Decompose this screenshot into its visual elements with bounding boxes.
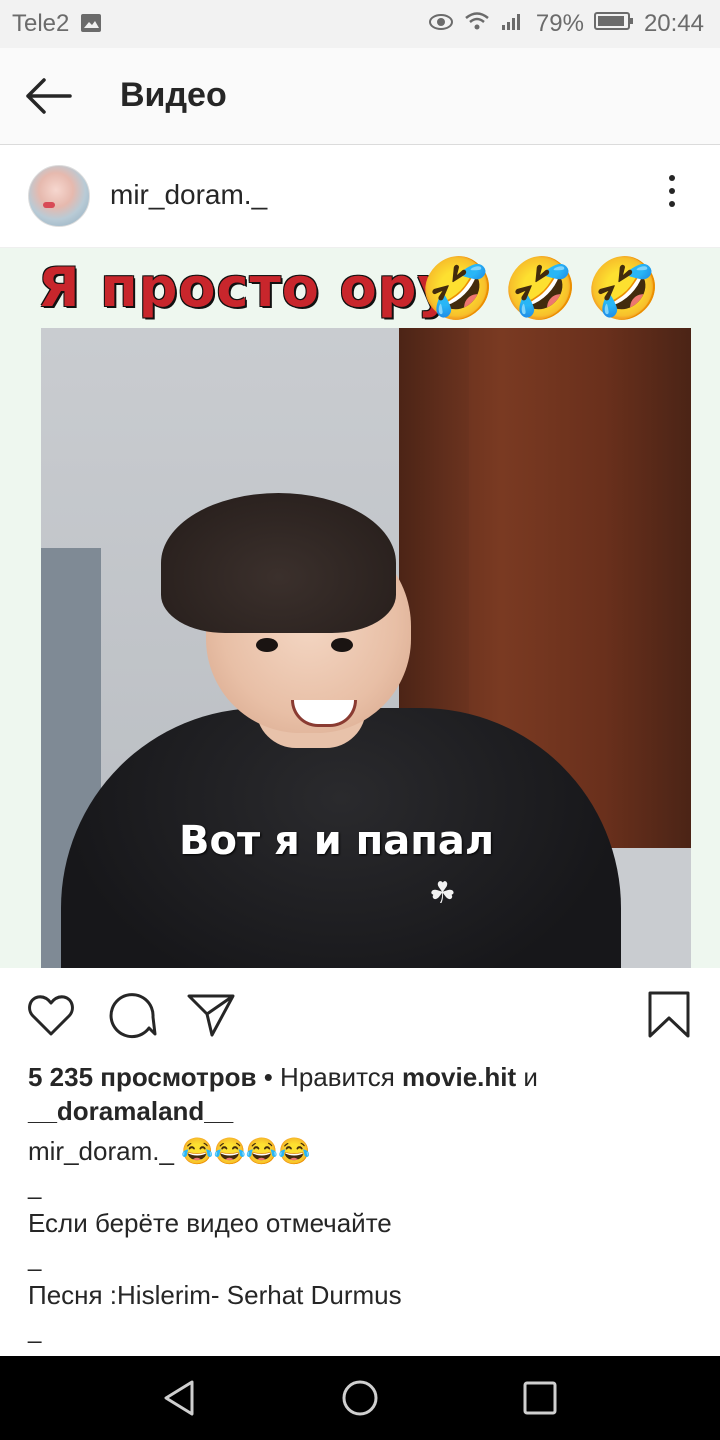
circle-home-icon	[342, 1380, 378, 1416]
post-username[interactable]: mir_doram._	[110, 179, 267, 211]
clock: 20:44	[643, 10, 704, 37]
avatar[interactable]	[28, 165, 90, 227]
caption-line: Песня :Hislerim- Serhat Durmus	[28, 1280, 402, 1310]
battery-icon	[593, 10, 634, 38]
page-title: Видео	[120, 76, 227, 114]
system-nav-bar	[0, 1356, 720, 1440]
caption-line: Если берёте видео отмечайте	[28, 1208, 392, 1238]
save-button[interactable]	[644, 990, 694, 1040]
nav-back-button[interactable]	[160, 1378, 200, 1418]
emoji-rofl: 🤣	[420, 255, 495, 322]
square-recents-icon	[523, 1381, 557, 1415]
video-player[interactable]: Я просто ору 🤣 🤣 🤣 Вот я и папал ☘	[0, 248, 720, 968]
nav-home-button[interactable]	[340, 1378, 380, 1418]
video-subtitle: Вот я и папал	[179, 818, 495, 864]
emoji-rofl: 🤣	[586, 255, 661, 322]
likes-connector: и	[523, 1062, 538, 1092]
likes-prefix: • Нравится	[263, 1062, 395, 1092]
caption-line: _	[28, 1245, 42, 1272]
liked-by-user[interactable]: __doramaland__	[28, 1096, 233, 1126]
meme-caption: Я просто ору	[38, 256, 454, 319]
signal-icon	[500, 10, 526, 38]
caption-line: _	[28, 1173, 42, 1200]
caption-line: _	[28, 1317, 42, 1344]
triangle-back-icon	[164, 1380, 194, 1416]
caption-emoji: 😂😂😂😂	[181, 1136, 311, 1166]
comment-button[interactable]	[108, 990, 158, 1040]
paper-plane-icon	[187, 994, 235, 1037]
arrow-left-icon	[26, 78, 72, 114]
status-bar: Tele2 79% 20:44	[0, 0, 720, 48]
bookmark-icon	[648, 991, 690, 1038]
more-vertical-icon	[654, 175, 690, 207]
heart-icon	[28, 995, 74, 1036]
nav-recents-button[interactable]	[520, 1378, 560, 1418]
carrier-label: Tele2	[12, 10, 70, 37]
caption: mir_doram._ 😂😂😂😂	[28, 1134, 688, 1168]
like-button[interactable]	[26, 990, 76, 1040]
liked-by-user[interactable]: movie.hit	[402, 1062, 516, 1092]
caption-author[interactable]: mir_doram._	[28, 1136, 174, 1166]
post-actions	[0, 968, 720, 1056]
battery-percent: 79%	[535, 10, 584, 37]
eye-comfort-icon	[428, 10, 454, 38]
more-options-button[interactable]	[654, 175, 690, 215]
view-count: 5 235 просмотров	[28, 1062, 257, 1092]
clover-logo-icon: ☘	[429, 877, 456, 910]
gallery-notification-icon	[80, 12, 102, 41]
comment-icon	[109, 993, 157, 1039]
likes-line: 5 235 просмотров • Нравится movie.hit и …	[28, 1060, 688, 1128]
post-info: 5 235 просмотров • Нравится movie.hit и …	[28, 1060, 688, 1350]
video-frame: Вот я и папал ☘	[41, 328, 691, 968]
post-header: mir_doram._	[0, 145, 720, 248]
share-button[interactable]	[186, 990, 236, 1040]
back-button[interactable]	[20, 72, 76, 120]
wifi-icon	[464, 10, 490, 38]
app-bar: Видео	[0, 48, 720, 145]
emoji-rofl: 🤣	[503, 255, 578, 322]
